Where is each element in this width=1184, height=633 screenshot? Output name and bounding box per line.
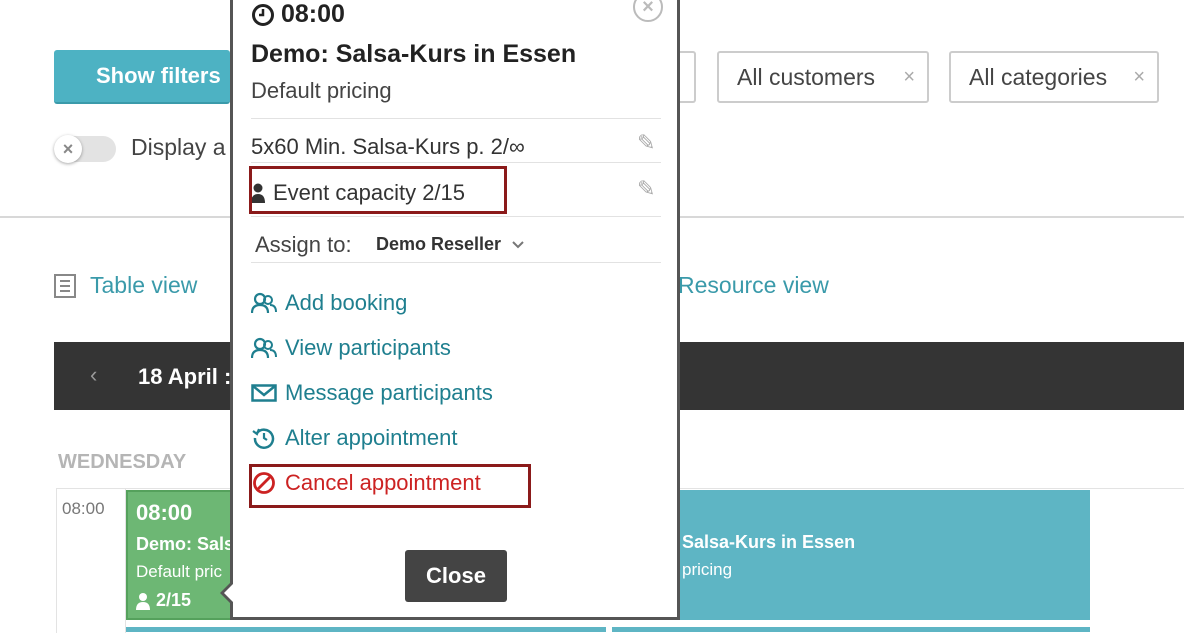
display-toggle[interactable]: × (54, 135, 116, 163)
divider (251, 118, 661, 119)
categories-filter-label: All categories (969, 63, 1108, 90)
envelope-icon (251, 381, 277, 405)
edit-course-pencil-icon[interactable]: ✎ (637, 130, 655, 156)
popup-time-value: 08:00 (281, 0, 345, 28)
view-participants-label: View participants (285, 335, 451, 360)
divider (251, 216, 661, 217)
display-toggle-label: Display a (131, 134, 226, 160)
history-icon (251, 426, 277, 450)
categories-filter[interactable]: All categories × (949, 51, 1159, 103)
close-button[interactable]: Close (405, 550, 507, 602)
person-icon (136, 592, 150, 610)
table-view-link[interactable]: Table view (54, 272, 197, 299)
close-icon[interactable]: × (633, 0, 663, 22)
day-label: WEDNESDAY (58, 451, 187, 473)
add-booking-link[interactable]: Add booking (251, 290, 407, 316)
assign-to-value: Demo Reseller (376, 234, 502, 254)
table-view-label: Table view (90, 272, 198, 298)
chevron-down-icon (512, 240, 524, 248)
table-view-icon (54, 273, 76, 298)
customers-filter-label: All customers (737, 63, 876, 90)
popup-pricing: Default pricing (251, 78, 392, 103)
popup-title: Demo: Salsa-Kurs in Essen (251, 40, 577, 68)
resource-view-link[interactable]: Resource view (678, 272, 829, 299)
toggle-knob-icon: × (54, 135, 82, 163)
show-filters-button[interactable]: Show filters (54, 50, 230, 104)
view-participants-link[interactable]: View participants (251, 335, 451, 361)
remove-categories-filter-icon[interactable]: × (1133, 66, 1145, 89)
clock-icon (252, 3, 274, 26)
chevron-left-icon[interactable]: ‹ (90, 362, 97, 388)
highlight-box-capacity (249, 166, 507, 214)
divider (251, 162, 661, 163)
message-participants-label: Message participants (285, 380, 493, 405)
edit-capacity-pencil-icon[interactable]: ✎ (637, 176, 655, 202)
divider (251, 262, 661, 263)
remove-customers-filter-icon[interactable]: × (903, 66, 915, 89)
assign-to-dropdown[interactable]: Demo Reseller (376, 234, 525, 255)
event-pricing: Default pric (136, 562, 222, 581)
popup-pointer-inner (224, 582, 235, 604)
popup-time: 08:00 (251, 0, 345, 29)
course-info: 5x60 Min. Salsa-Kurs p. 2/∞ (251, 134, 525, 159)
users-icon (251, 291, 277, 315)
assign-to-label: Assign to: (255, 232, 352, 257)
event-time: 08:00 (136, 500, 193, 525)
event-title: Demo: Sals (136, 534, 235, 554)
event-pricing: pricing (682, 560, 733, 579)
event-capacity: 2/15 (136, 590, 191, 611)
highlight-box-cancel (249, 464, 531, 508)
event-card[interactable]: Salsa-Kurs in Essen pricing (612, 490, 1090, 620)
alter-appointment-link[interactable]: Alter appointment (251, 425, 457, 451)
date-label: 18 April : (138, 364, 232, 389)
customers-filter[interactable]: All customers × (717, 51, 929, 103)
users-icon (251, 336, 277, 360)
alter-appointment-label: Alter appointment (285, 425, 458, 450)
event-title: Salsa-Kurs in Essen (682, 532, 856, 552)
event-card-next-row[interactable] (126, 627, 606, 632)
time-slot-label: 08:00 (62, 499, 105, 518)
add-booking-label: Add booking (285, 290, 408, 315)
event-card-next-row[interactable] (612, 627, 1090, 632)
message-participants-link[interactable]: Message participants (251, 380, 493, 406)
appointment-popup: 08:00 × Demo: Salsa-Kurs in Essen Defaul… (230, 0, 680, 620)
filter-chip-partial[interactable] (680, 51, 696, 103)
event-capacity-value: 2/15 (156, 590, 192, 610)
